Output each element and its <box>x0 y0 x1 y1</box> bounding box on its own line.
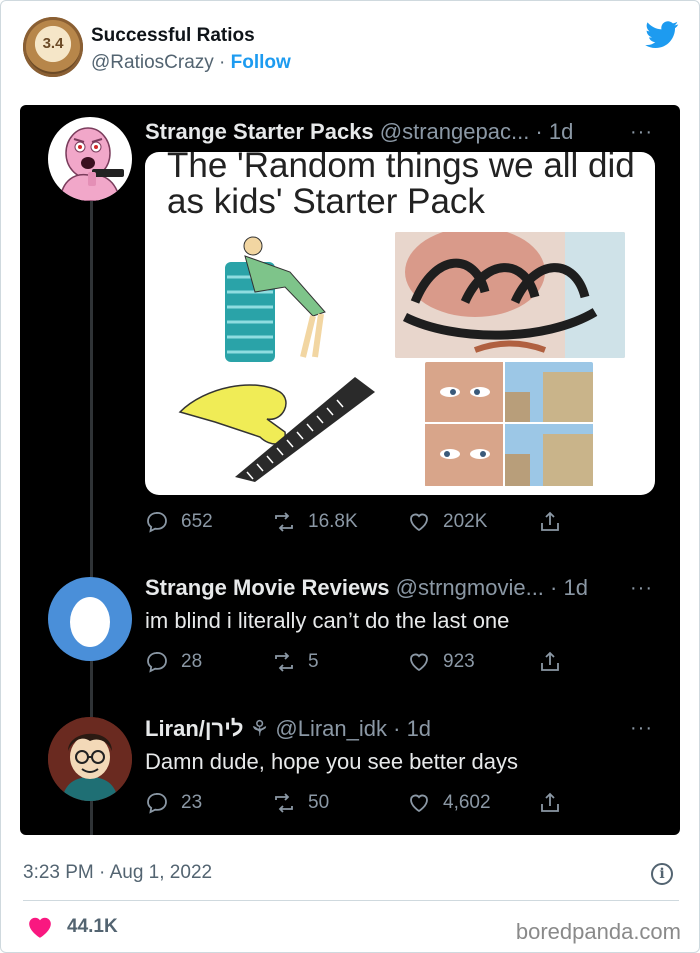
tweet-1-actions: 652 16.8K 202K <box>145 507 645 537</box>
cartoon-face-icon <box>48 717 132 801</box>
retweet-count: 5 <box>308 651 319 672</box>
reply-count: 652 <box>181 511 213 532</box>
author-name[interactable]: Successful Ratios <box>91 25 255 47</box>
author-avatar[interactable]: 3.4 <box>23 17 83 77</box>
share-icon <box>541 511 559 531</box>
reply-button[interactable]: 23 <box>145 788 202 818</box>
starter-pack-image[interactable]: The 'Random things we all did as kids' S… <box>145 152 655 495</box>
like-count: 923 <box>443 651 475 672</box>
tweet-3-header: Liran/לירן ⚘ @Liran_idk · 1d <box>145 716 431 742</box>
panel-comb <box>175 367 380 482</box>
retweet-button[interactable]: 50 <box>272 788 329 818</box>
reply-button[interactable]: 652 <box>145 507 213 537</box>
info-icon[interactable]: i <box>651 863 673 885</box>
heart-icon <box>410 794 428 813</box>
tweet-2-name[interactable]: Strange Movie Reviews <box>145 575 390 600</box>
liran-avatar[interactable] <box>48 717 132 801</box>
share-icon <box>541 792 559 812</box>
egg-avatar[interactable] <box>48 577 132 661</box>
tweet-2-header: Strange Movie Reviews @strngmovie... · 1… <box>145 575 588 601</box>
retweet-icon <box>275 512 293 532</box>
like-button[interactable]: 923 <box>407 647 475 677</box>
like-button[interactable]: 202K <box>407 507 487 537</box>
like-count: 4,602 <box>443 792 491 813</box>
retweet-button[interactable]: 5 <box>272 647 319 677</box>
author-handle[interactable]: @RatiosCrazy <box>91 52 214 73</box>
egg-icon <box>70 597 110 647</box>
reply-count: 23 <box>181 792 203 813</box>
panel-eyes-street <box>425 362 593 487</box>
tweet-header: 3.4 Successful Ratios @RatiosCrazy · Fol… <box>23 17 683 81</box>
tweet-2-actions: 28 5 923 <box>145 647 645 677</box>
like-count: 202K <box>443 511 488 532</box>
handle-separator: · <box>213 52 231 73</box>
tweet-like-count: 44.1K <box>67 916 118 937</box>
meme-title: The 'Random things we all did as kids' S… <box>167 152 635 221</box>
share-button[interactable] <box>538 507 574 537</box>
tweet-like-summary[interactable]: 44.1K <box>27 915 118 939</box>
tweet-2-meta: @strngmovie... · 1d <box>389 575 588 600</box>
tweet-1-name[interactable]: Strange Starter Packs <box>145 119 374 144</box>
retweet-count: 50 <box>308 792 330 813</box>
retweet-button[interactable]: 16.8K <box>272 507 358 537</box>
share-button[interactable] <box>538 788 574 818</box>
retweet-icon <box>275 652 293 672</box>
heart-icon <box>410 513 428 532</box>
heart-icon <box>410 653 428 672</box>
panel-chair <box>175 232 375 364</box>
watermark-brand: boredpanda.com <box>515 919 681 944</box>
reply-icon <box>147 511 167 533</box>
avatar-label: 3.4 <box>42 35 64 52</box>
tweet-1-more-icon[interactable]: ··· <box>630 121 653 144</box>
tweet-3-actions: 23 50 4,602 <box>145 788 645 818</box>
follow-link[interactable]: Follow <box>231 52 291 73</box>
reply-button[interactable]: 28 <box>145 647 202 677</box>
tweet-1-meta: @strangepac... · 1d <box>373 119 574 144</box>
filled-heart-icon <box>29 917 51 938</box>
panel-hairclip <box>395 232 625 358</box>
retweet-icon <box>275 793 293 813</box>
reply-icon <box>147 792 167 814</box>
tweet-2-more-icon[interactable]: ··· <box>630 577 653 600</box>
share-button[interactable] <box>538 647 574 677</box>
twitter-bird-icon[interactable] <box>645 21 679 49</box>
tweet-card: 3.4 Successful Ratios @RatiosCrazy · Fol… <box>0 0 700 953</box>
wojak-face-icon <box>48 117 132 201</box>
tweet-1-header: Strange Starter Packs @strangepac... · 1… <box>145 119 573 145</box>
tweet-3-meta: ⚘ @Liran_idk · 1d <box>243 716 432 741</box>
tweet-3-text: Damn dude, hope you see better days <box>145 749 519 774</box>
footer-divider <box>23 900 679 901</box>
tweet-2-text: im blind i literally can’t do the last o… <box>145 608 510 633</box>
tweet-3-more-icon[interactable]: ··· <box>630 717 653 740</box>
like-button[interactable]: 4,602 <box>407 788 491 818</box>
wojak-avatar[interactable] <box>48 117 132 201</box>
embedded-screenshot: Strange Starter Packs @strangepac... · 1… <box>20 105 680 835</box>
author-handle-row: @RatiosCrazy · Follow <box>91 52 291 74</box>
retweet-count: 16.8K <box>308 511 358 532</box>
tweet-3-name[interactable]: Liran/לירן <box>145 716 243 741</box>
reply-icon <box>147 651 167 673</box>
reply-count: 28 <box>181 651 203 672</box>
tweet-timestamp[interactable]: 3:23 PM · Aug 1, 2022 <box>23 862 212 884</box>
share-icon <box>541 651 559 671</box>
